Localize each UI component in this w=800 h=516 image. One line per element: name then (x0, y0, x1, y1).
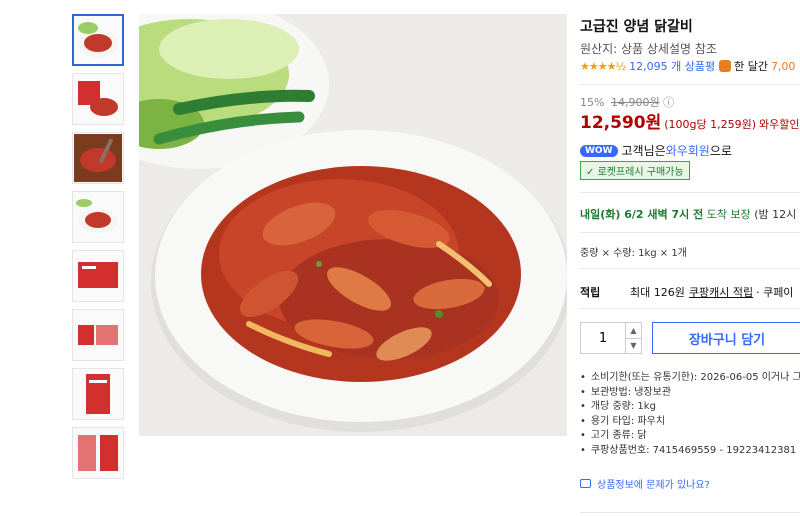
wow-member-row: WOW 고객님은 와우회원 으로 (580, 142, 732, 159)
thumbnail-6[interactable] (72, 309, 124, 361)
delivery-info: 내일(화) 6/2 새벽 7시 전 도착 보장 (밤 12시 전 주 (580, 206, 800, 222)
sold-count: 7,00 (770, 59, 796, 73)
chat-icon (580, 479, 591, 488)
quantity-input[interactable] (581, 323, 625, 353)
reward-label: 적립 (580, 286, 601, 299)
report-problem-link[interactable]: 상품정보에 문제가 있나요? (580, 476, 710, 491)
thumbnail-3[interactable] (72, 132, 124, 184)
reward-more: · 쿠페이 (756, 286, 794, 299)
reward-text: 최대 126원 (630, 286, 685, 299)
divider (580, 232, 800, 233)
divider (580, 192, 800, 193)
spec-item: 쿠팡상품번호: 7415469559 - 19223412381 (580, 441, 800, 456)
delivery-guarantee: 도착 보장 (706, 208, 751, 221)
delivery-note: (밤 12시 전 주 (754, 208, 800, 221)
add-to-cart-button[interactable]: 장바구니 담기 (652, 322, 800, 354)
wow-badge: WOW (580, 144, 618, 157)
divider (580, 268, 800, 269)
divider (580, 84, 800, 85)
quantity-stepper[interactable]: ▲ ▼ (580, 322, 642, 354)
spec-item: 고기 종류: 닭 (580, 426, 800, 441)
sold-label: 한 달간 (734, 60, 768, 73)
price-row: 12,590원 (100g당 1,259원) 와우할인 로켓 (580, 108, 800, 133)
selected-option: 중량 × 수량: 1kg × 1개 (580, 248, 687, 259)
wow-discount-label: 와우할인 (759, 118, 800, 131)
quantity-buttons: ▲ ▼ (625, 323, 641, 353)
main-product-image[interactable] (139, 14, 567, 436)
report-problem-label: 상품정보에 문제가 있나요? (597, 480, 710, 491)
quantity-down-icon[interactable]: ▼ (626, 339, 641, 354)
divider (580, 308, 800, 309)
thumbnail-5[interactable] (72, 250, 124, 302)
coupang-cash-link[interactable]: 쿠팡캐시 적립 (689, 284, 753, 300)
reward-row: 적립 최대 126원 쿠팡캐시 적립 · 쿠페이 (580, 284, 793, 300)
wow-text-post: 으로 (709, 144, 732, 158)
sale-price: 12,590원 (580, 113, 662, 133)
thumbnail-7[interactable] (72, 368, 124, 420)
thumbnail-8[interactable] (72, 427, 124, 479)
wow-member-link[interactable]: 와우회원 (666, 142, 710, 159)
wow-text-pre: 고객님은 (621, 144, 666, 158)
spec-item: 소비기한(또는 유통기한): 2026-06-05 이거나 그 이 (580, 368, 800, 383)
review-count-link[interactable]: 12,095 개 상품평 (629, 58, 715, 74)
product-origin: 원산지: 상품 상세설명 참조 (580, 42, 717, 56)
spec-item: 개당 중량: 1kg (580, 397, 800, 412)
unit-price: (100g당 1,259원) (664, 118, 757, 131)
divider (580, 512, 800, 513)
delivery-date: 내일(화) 6/2 새벽 7시 전 (580, 208, 704, 221)
product-title: 고급진 양념 닭갈비 (580, 19, 693, 35)
spec-list: 소비기한(또는 유통기한): 2026-06-05 이거나 그 이 보관방법: … (580, 368, 800, 456)
thumbnail-2[interactable] (72, 73, 124, 125)
quantity-up-icon[interactable]: ▲ (626, 323, 641, 339)
rocket-fresh-label: 로켓프레시 구매가능 (597, 167, 684, 178)
star-rating-icon: ★★★★½ (580, 59, 626, 73)
thumbnail-list (72, 14, 128, 486)
thumbnail-4[interactable] (72, 191, 124, 243)
thumbnail-1[interactable] (72, 14, 124, 66)
check-icon: ✓ (586, 167, 595, 178)
rocket-fresh-badge: ✓ 로켓프레시 구매가능 (580, 161, 690, 180)
spec-item: 보관방법: 냉장보관 (580, 383, 800, 398)
bestseller-badge-icon (719, 60, 732, 72)
spec-item: 용기 타입: 파우치 (580, 412, 800, 427)
rating-row: ★★★★½ 12,095 개 상품평 한 달간 7,00 (580, 58, 795, 74)
